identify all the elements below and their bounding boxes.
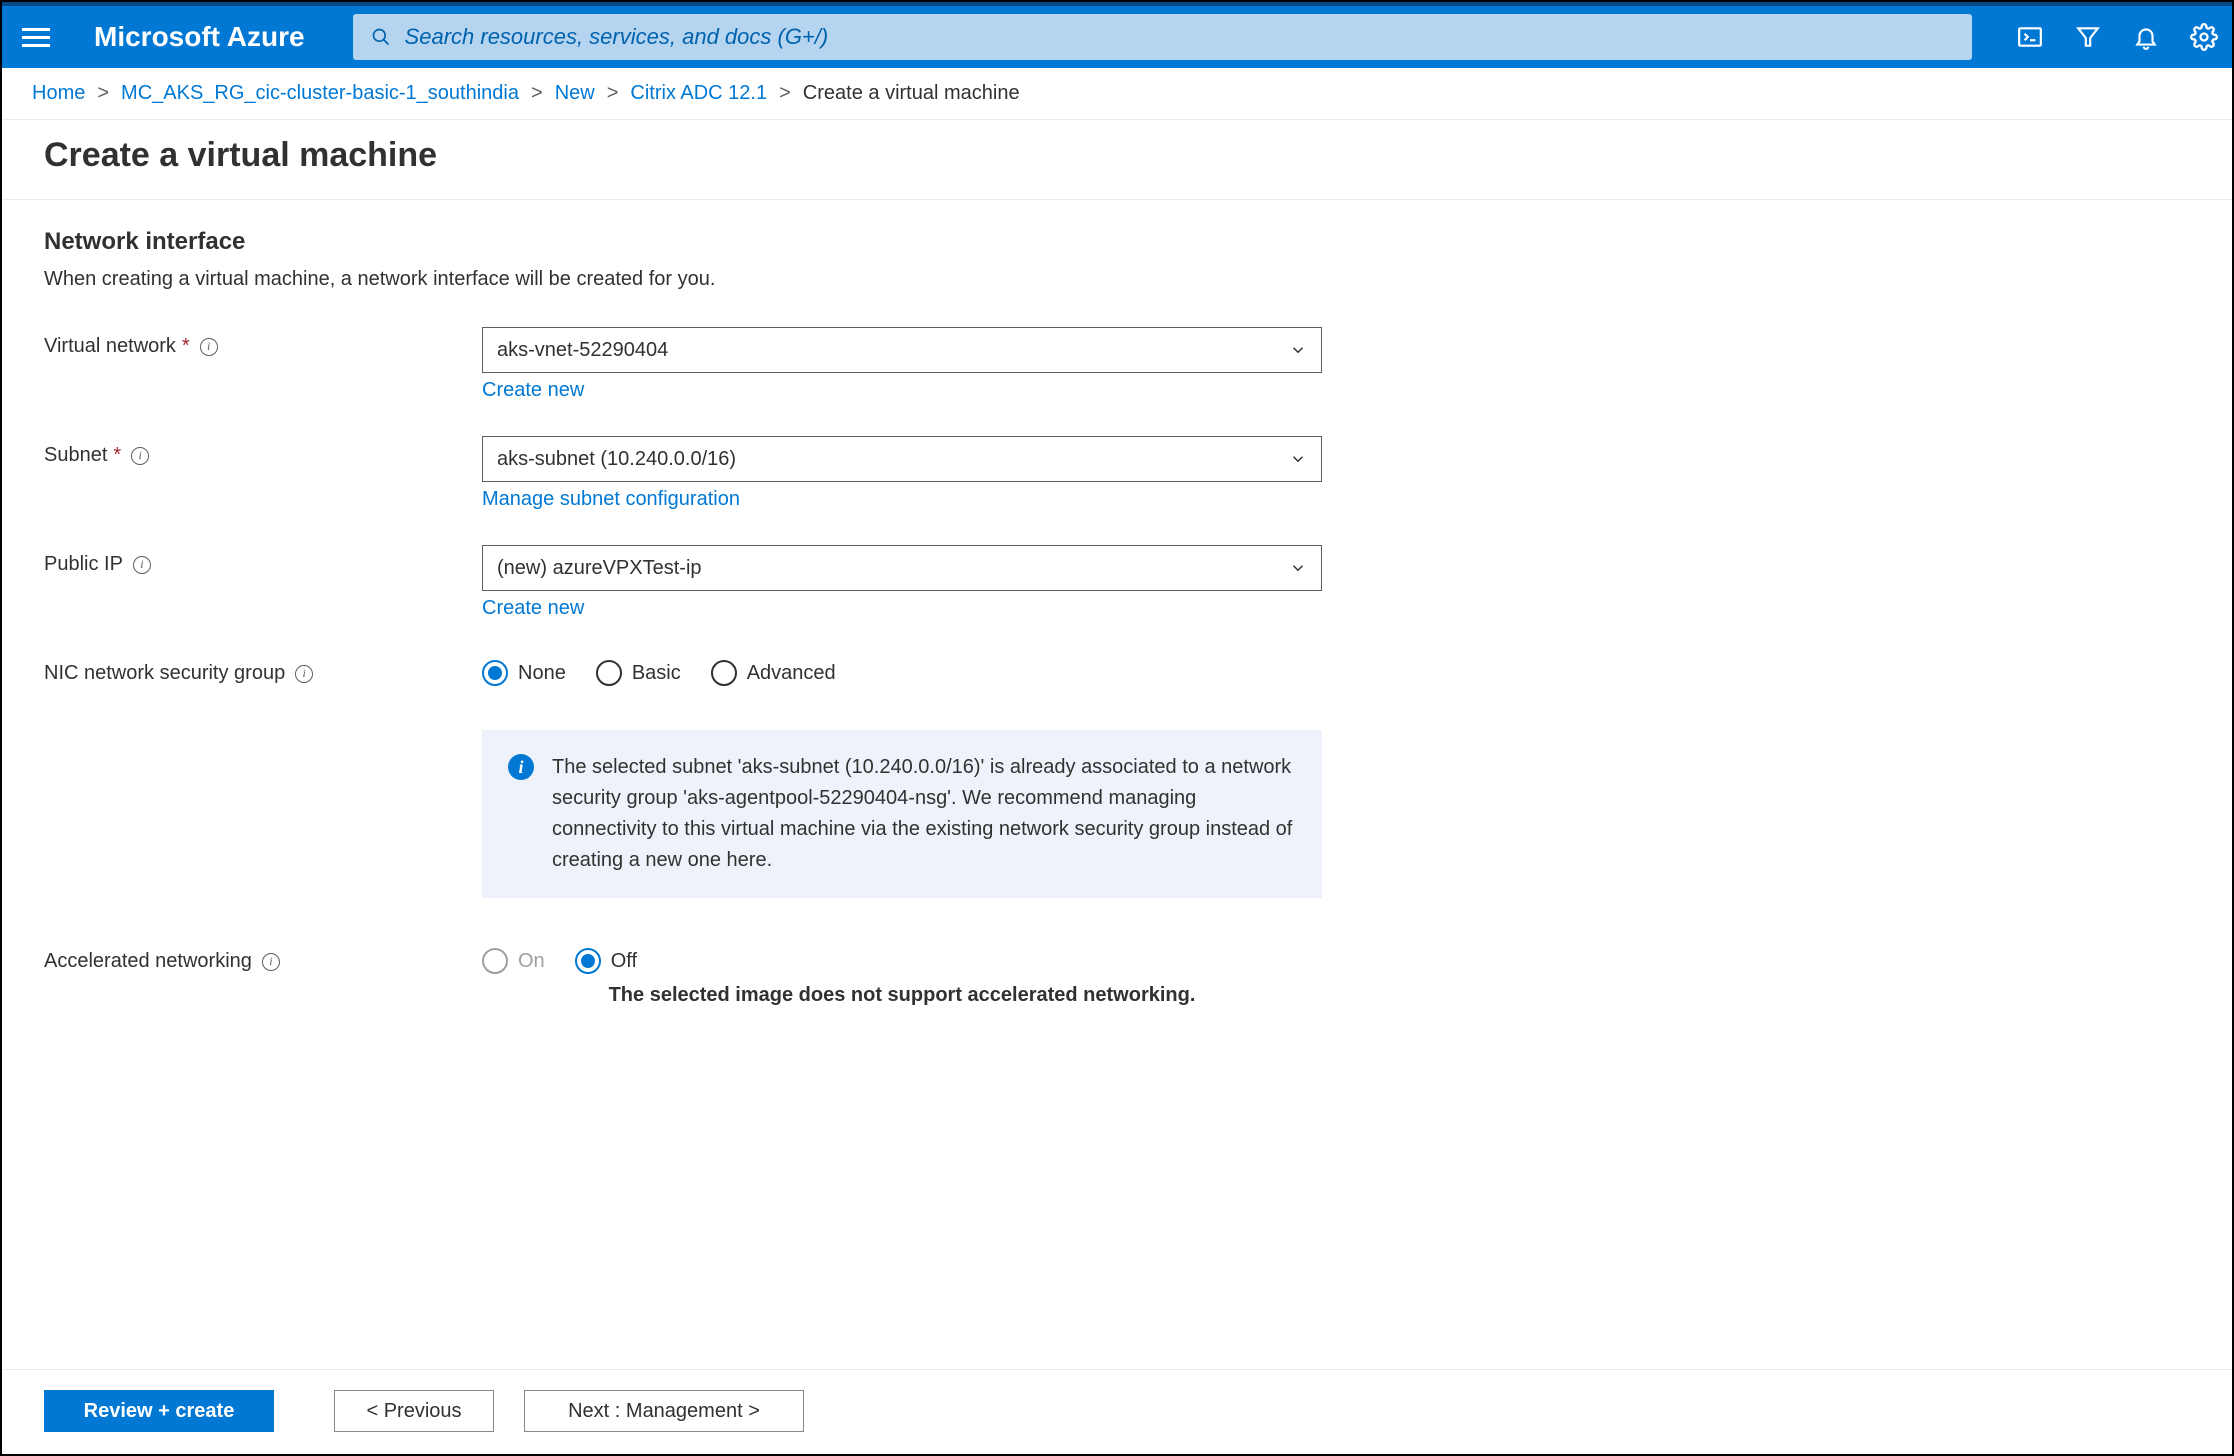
field-nsg: NIC network security group i None Basic — [44, 654, 2190, 686]
previous-button[interactable]: < Previous — [334, 1390, 494, 1432]
label-text: Public IP — [44, 553, 123, 576]
label-text: NIC network security group — [44, 662, 285, 685]
label-virtual-network: Virtual network * i — [44, 327, 482, 358]
chevron-right-icon: > — [607, 82, 619, 105]
chevron-right-icon: > — [531, 82, 543, 105]
info-icon[interactable]: i — [133, 556, 151, 574]
radio-label: Basic — [632, 662, 681, 685]
radio-nsg-none[interactable]: None — [482, 660, 566, 686]
label-text: Accelerated networking — [44, 950, 252, 973]
radio-icon — [711, 660, 737, 686]
section-heading: Network interface — [44, 228, 2190, 256]
radio-label: None — [518, 662, 566, 685]
radio-icon — [482, 948, 508, 974]
label-accelerated-networking: Accelerated networking i — [44, 942, 482, 973]
required-indicator: * — [113, 444, 121, 467]
radio-accel-off[interactable]: Off — [575, 948, 637, 974]
chevron-down-icon — [1289, 559, 1307, 577]
filter-icon[interactable] — [2074, 23, 2102, 51]
radio-icon — [482, 660, 508, 686]
radio-group-accel: On Off — [482, 942, 1322, 974]
search-icon — [371, 27, 391, 47]
select-subnet[interactable]: aks-subnet (10.240.0.0/16) — [482, 436, 1322, 482]
link-create-public-ip[interactable]: Create new — [482, 597, 584, 620]
link-manage-subnet[interactable]: Manage subnet configuration — [482, 488, 740, 511]
breadcrumb-home[interactable]: Home — [32, 82, 85, 105]
select-value: aks-vnet-52290404 — [497, 339, 668, 362]
select-value: aks-subnet (10.240.0.0/16) — [497, 448, 736, 471]
field-virtual-network: Virtual network * i aks-vnet-52290404 Cr… — [44, 327, 2190, 402]
notifications-icon[interactable] — [2132, 23, 2160, 51]
radio-nsg-advanced[interactable]: Advanced — [711, 660, 836, 686]
review-create-button[interactable]: Review + create — [44, 1390, 274, 1432]
select-value: (new) azureVPXTest-ip — [497, 557, 702, 580]
field-public-ip: Public IP i (new) azureVPXTest-ip Create… — [44, 545, 2190, 620]
breadcrumb: Home > MC_AKS_RG_cic-cluster-basic-1_sou… — [2, 68, 2232, 120]
chevron-right-icon: > — [97, 82, 109, 105]
chevron-right-icon: > — [779, 82, 791, 105]
breadcrumb-new[interactable]: New — [555, 82, 595, 105]
menu-button[interactable] — [12, 13, 60, 61]
label-public-ip: Public IP i — [44, 545, 482, 576]
chevron-down-icon — [1289, 341, 1307, 359]
chevron-down-icon — [1289, 450, 1307, 468]
info-icon[interactable]: i — [200, 338, 218, 356]
radio-icon — [596, 660, 622, 686]
radio-label: Off — [611, 950, 637, 973]
radio-label: Advanced — [747, 662, 836, 685]
field-accelerated-networking: Accelerated networking i On Off — [44, 942, 2190, 974]
info-icon[interactable]: i — [262, 953, 280, 971]
info-icon: i — [508, 754, 534, 780]
info-banner-text: The selected subnet 'aks-subnet (10.240.… — [552, 752, 1296, 876]
link-create-virtual-network[interactable]: Create new — [482, 379, 584, 402]
cloud-shell-icon[interactable] — [2016, 23, 2044, 51]
radio-nsg-basic[interactable]: Basic — [596, 660, 681, 686]
breadcrumb-resource-group[interactable]: MC_AKS_RG_cic-cluster-basic-1_southindia — [121, 82, 519, 105]
top-icon-group — [2016, 23, 2218, 51]
info-icon[interactable]: i — [295, 665, 313, 683]
field-subnet: Subnet * i aks-subnet (10.240.0.0/16) Ma… — [44, 436, 2190, 511]
top-navigation-bar: Microsoft Azure — [2, 2, 2232, 68]
settings-icon[interactable] — [2190, 23, 2218, 51]
wizard-footer: Review + create < Previous Next : Manage… — [2, 1369, 2232, 1454]
info-banner: i The selected subnet 'aks-subnet (10.24… — [482, 730, 1322, 898]
accel-note: The selected image does not support acce… — [482, 984, 1322, 1007]
label-nsg: NIC network security group i — [44, 654, 482, 685]
radio-label: On — [518, 950, 545, 973]
select-public-ip[interactable]: (new) azureVPXTest-ip — [482, 545, 1322, 591]
label-subnet: Subnet * i — [44, 436, 482, 467]
info-icon[interactable]: i — [131, 447, 149, 465]
required-indicator: * — [182, 335, 190, 358]
select-virtual-network[interactable]: aks-vnet-52290404 — [482, 327, 1322, 373]
brand-logo[interactable]: Microsoft Azure — [94, 21, 305, 53]
radio-icon — [575, 948, 601, 974]
breadcrumb-citrix[interactable]: Citrix ADC 12.1 — [630, 82, 767, 105]
breadcrumb-current: Create a virtual machine — [803, 82, 1020, 105]
global-search[interactable] — [353, 14, 1972, 60]
search-input[interactable] — [405, 24, 1954, 50]
form-content: Network interface When creating a virtua… — [2, 200, 2232, 1369]
next-button[interactable]: Next : Management > — [524, 1390, 804, 1432]
section-description: When creating a virtual machine, a netwo… — [44, 268, 2190, 291]
label-text: Virtual network — [44, 335, 176, 358]
radio-accel-on: On — [482, 948, 545, 974]
radio-group-nsg: None Basic Advanced — [482, 654, 1322, 686]
page-title: Create a virtual machine — [2, 120, 2232, 200]
info-banner-row: i The selected subnet 'aks-subnet (10.24… — [44, 720, 2190, 908]
label-text: Subnet — [44, 444, 107, 467]
